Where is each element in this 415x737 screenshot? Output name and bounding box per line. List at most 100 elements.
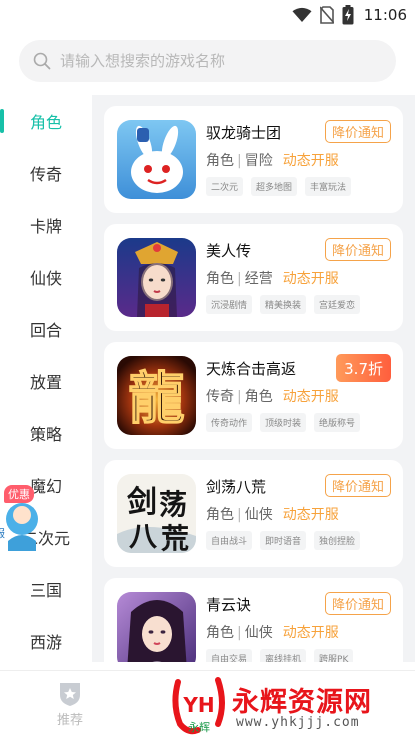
tag-separator: | — [237, 507, 242, 523]
feature-tag: 二次元 — [206, 177, 244, 196]
feature-tag: 自由交易 — [206, 649, 253, 662]
price-drop-notify-button[interactable]: 降价通知 — [324, 474, 391, 497]
dynamic-server-label: 动态开服 — [282, 153, 339, 169]
category-item-strategy[interactable]: 策略 — [0, 407, 92, 459]
price-drop-notify-button[interactable]: 降价通知 — [324, 592, 391, 615]
game-icon: 龍 — [117, 356, 196, 435]
category-item-turn-based[interactable]: 回合 — [0, 303, 92, 355]
category-label: 角色 — [29, 113, 62, 132]
game-name: 剑荡八荒 — [206, 478, 267, 496]
category-sidebar: 角色 传奇 卡牌 仙侠 回合 放置 策略 魔幻 二次元 三国 西游 — [0, 95, 92, 662]
game-icon — [117, 238, 196, 317]
status-bar: 11:06 — [0, 0, 415, 30]
feature-tags: 自由战斗 即时语音 独创捏脸 — [206, 531, 361, 550]
category-item-legend[interactable]: 传奇 — [0, 147, 92, 199]
game-tag: 仙侠 — [244, 507, 273, 523]
game-icon: 剑 荡 八 荒 — [117, 474, 196, 553]
active-category-indicator — [0, 109, 4, 133]
status-icons: 11:06 — [292, 5, 407, 25]
game-icon — [117, 120, 196, 199]
feature-tag: 丰富玩法 — [305, 177, 352, 196]
nav-tab-recommend[interactable]: 推荐 — [45, 681, 95, 731]
game-card[interactable]: 青云诀 角色 | 仙侠 动态开服 自由交易 离线挂机 跨服PK 降价通知 — [104, 578, 403, 662]
game-list: 驭龙骑士团 角色 | 冒险 动态开服 二次元 超多地图 丰富玩法 降价通知 美人… — [92, 95, 415, 662]
category-label: 策略 — [29, 425, 62, 444]
status-time: 11:06 — [363, 6, 407, 24]
category-item-card[interactable]: 卡牌 — [0, 199, 92, 251]
dynamic-server-label: 动态开服 — [282, 389, 339, 405]
feature-tag: 精美换装 — [260, 295, 307, 314]
tag-separator: | — [237, 389, 242, 405]
watermark-logo-text: YH — [182, 693, 214, 717]
category-label: 西游 — [29, 633, 62, 652]
game-tag: 冒险 — [244, 153, 273, 169]
feature-tag: 跨服PK — [314, 649, 354, 662]
game-name: 驭龙骑士团 — [206, 124, 282, 142]
game-card[interactable]: 剑 荡 八 荒 剑荡八荒 角色 | 仙侠 动态开服 自由战斗 即时语音 独创捏脸 降价… — [104, 460, 403, 567]
watermark-url: www.yhkjjj.com — [236, 715, 360, 730]
game-tag: 角色 — [206, 271, 234, 287]
feature-tags: 自由交易 离线挂机 跨服PK — [206, 649, 354, 662]
feature-tag: 宫廷爱恋 — [314, 295, 361, 314]
promo-badge: 优惠 — [4, 485, 34, 503]
search-icon — [33, 52, 51, 70]
category-label: 回合 — [29, 321, 62, 340]
no-sim-icon — [319, 6, 334, 24]
category-label: 放置 — [29, 373, 62, 392]
price-drop-notify-button[interactable]: 降价通知 — [324, 238, 391, 261]
game-tag: 角色 — [206, 625, 234, 641]
feature-tag: 离线挂机 — [260, 649, 307, 662]
game-card[interactable]: 驭龙骑士团 角色 | 冒险 动态开服 二次元 超多地图 丰富玩法 降价通知 — [104, 106, 403, 213]
nav-tab-label: 推荐 — [56, 713, 83, 728]
feature-tag: 沉浸剧情 — [206, 295, 253, 314]
discount-badge: 3.7折 — [336, 354, 391, 382]
feature-tag: 即时语音 — [260, 531, 307, 550]
game-card[interactable]: 龍 天炼合击高返 传奇 | 角色 动态开服 传奇动作 顶级时装 绝版称号 3.7折 — [104, 342, 403, 449]
category-item-three-kingdoms[interactable]: 三国 — [0, 563, 92, 615]
battery-charging-icon — [342, 5, 354, 25]
category-item-xianxia[interactable]: 仙侠 — [0, 251, 92, 303]
art-char: 八 — [129, 520, 158, 553]
category-item-journey-west[interactable]: 西游 — [0, 615, 92, 667]
game-tags: 角色 | 仙侠 动态开服 — [206, 504, 339, 524]
tag-separator: | — [237, 271, 242, 287]
watermark: YH 永辉 永辉资源网 www.yhkjjj.com — [168, 672, 415, 735]
promo-float-button[interactable]: 优惠 服 — [0, 485, 46, 551]
feature-tag: 顶级时装 — [260, 413, 307, 432]
feature-tag: 绝版称号 — [314, 413, 361, 432]
promo-side-text: 服 — [0, 525, 5, 541]
category-item-idle[interactable]: 放置 — [0, 355, 92, 407]
dynamic-server-label: 动态开服 — [282, 271, 339, 287]
art-char: 荡 — [159, 488, 187, 521]
category-label: 三国 — [29, 581, 62, 600]
game-tag: 仙侠 — [244, 625, 273, 641]
category-label: 传奇 — [29, 165, 62, 184]
game-tags: 角色 | 经营 动态开服 — [206, 268, 339, 288]
game-name: 青云诀 — [206, 596, 252, 614]
game-tags: 角色 | 仙侠 动态开服 — [206, 622, 339, 642]
watermark-logo: YH 永辉 — [172, 677, 225, 735]
feature-tag: 自由战斗 — [206, 531, 253, 550]
art-char: 剑 — [127, 485, 157, 520]
game-tag: 角色 — [244, 389, 273, 405]
search-bar[interactable] — [19, 40, 396, 82]
art-char: 荒 — [161, 522, 189, 553]
feature-tag: 传奇动作 — [206, 413, 253, 432]
dynamic-server-label: 动态开服 — [282, 507, 339, 523]
game-icon — [117, 592, 196, 662]
feature-tags: 沉浸剧情 精美换装 宫廷爱恋 — [206, 295, 361, 314]
feature-tag: 独创捏脸 — [314, 531, 361, 550]
feature-tag: 超多地图 — [251, 177, 298, 196]
game-name: 美人传 — [206, 242, 252, 260]
game-tag: 经营 — [244, 271, 273, 287]
game-name: 天炼合击高返 — [206, 360, 297, 378]
wifi-icon — [292, 7, 312, 22]
game-tags: 角色 | 冒险 动态开服 — [206, 150, 339, 170]
game-tag: 角色 — [206, 153, 234, 169]
game-card[interactable]: 美人传 角色 | 经营 动态开服 沉浸剧情 精美换装 宫廷爱恋 降价通知 — [104, 224, 403, 331]
recommend-shield-icon — [60, 683, 80, 706]
price-drop-notify-button[interactable]: 降价通知 — [324, 120, 391, 143]
category-item-role[interactable]: 角色 — [0, 95, 92, 147]
tag-separator: | — [237, 153, 242, 169]
search-input[interactable] — [60, 52, 360, 70]
